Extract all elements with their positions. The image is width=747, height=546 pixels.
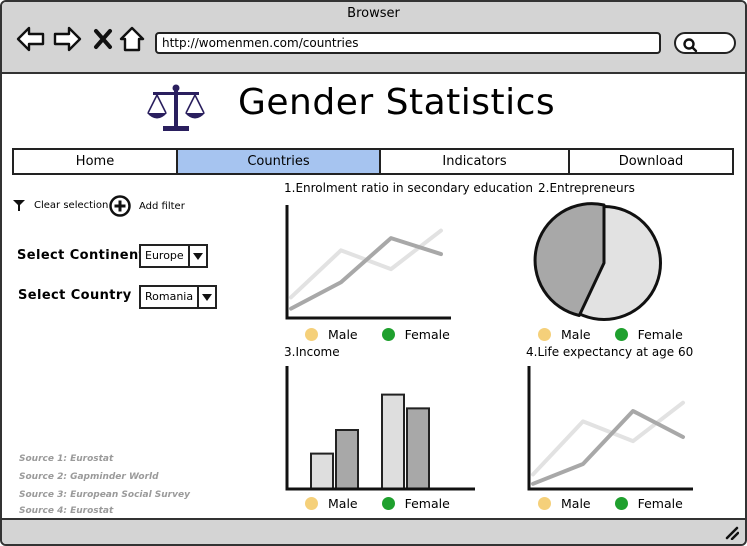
chevron-down-icon[interactable]: [199, 287, 215, 307]
legend-label-female: Female: [637, 496, 683, 511]
series-line-male: [289, 236, 443, 311]
add-filter-button[interactable]: Add filter: [109, 195, 185, 217]
chart-legend: Male Female: [538, 496, 683, 511]
legend-label-male: Male: [328, 327, 358, 342]
legend-label-male: Male: [561, 327, 591, 342]
series-line-female: [289, 228, 443, 300]
legend-label-female: Female: [637, 327, 683, 342]
chart-title: 2.Entrepreneurs: [538, 181, 635, 195]
bar-female: [335, 429, 359, 490]
chart-legend: Male Female: [305, 496, 450, 511]
income-bar-chart: [285, 366, 475, 491]
menu-item-indicators[interactable]: Indicators: [381, 150, 570, 173]
legend-swatch-female: [614, 328, 628, 341]
menu-item-download[interactable]: Download: [570, 150, 732, 173]
search-icon: [683, 38, 698, 53]
filter-icon: [13, 200, 25, 211]
continent-value: Europe: [141, 246, 190, 266]
menu-item-home[interactable]: Home: [14, 150, 178, 173]
entrepreneurs-pie-chart: [533, 202, 662, 321]
address-bar[interactable]: http://womenmen.com/countries: [155, 32, 661, 54]
browser-window: Browser http://womenmen.com/countries Ge…: [0, 0, 747, 546]
chart-legend: Male Female: [305, 327, 450, 342]
clear-selection-button[interactable]: Clear selection: [12, 198, 108, 212]
add-filter-label: Add filter: [139, 200, 185, 212]
main-menu: Home Countries Indicators Download: [12, 148, 734, 175]
resize-grip-icon[interactable]: [725, 526, 739, 540]
legend-label-female: Female: [404, 327, 450, 342]
chart-title: 3.Income: [284, 345, 340, 359]
source-note: Source 4: Eurostat: [19, 506, 114, 516]
clear-selection-label: Clear selection: [34, 199, 109, 211]
browser-titlebar: Browser http://womenmen.com/countries: [2, 2, 745, 74]
legend-swatch-male: [538, 328, 551, 341]
chevron-down-icon[interactable]: [190, 246, 206, 266]
legend-label-female: Female: [404, 496, 450, 511]
country-select[interactable]: Romania: [139, 285, 218, 309]
country-value: Romania: [141, 287, 200, 307]
source-note: Source 3: European Social Survey: [19, 490, 190, 500]
legend-swatch-male: [305, 328, 318, 341]
legend-label-male: Male: [561, 496, 591, 511]
continent-label: Select Continent: [17, 248, 146, 263]
source-note: Source 1: Eurostat: [19, 454, 114, 464]
status-bar: [2, 518, 745, 544]
legend-label-male: Male: [328, 496, 358, 511]
home-icon[interactable]: [117, 24, 147, 54]
forward-icon[interactable]: [52, 24, 82, 54]
bar-female: [406, 407, 430, 490]
life-expectancy-line-chart: [527, 366, 693, 491]
continent-select[interactable]: Europe: [139, 244, 208, 268]
legend-swatch-male: [305, 497, 318, 510]
close-icon[interactable]: [88, 24, 118, 54]
bar-male: [381, 393, 405, 491]
add-circle-icon: [109, 195, 131, 217]
menu-item-countries[interactable]: Countries: [178, 150, 381, 173]
back-icon[interactable]: [16, 24, 46, 54]
chart-legend: Male Female: [538, 327, 683, 342]
chart-title: 1.Enrolment ratio in secondary education: [284, 181, 533, 195]
country-label: Select Country: [18, 288, 132, 303]
legend-swatch-female: [381, 497, 395, 510]
window-title: Browser: [347, 6, 400, 21]
legend-swatch-male: [538, 497, 551, 510]
scales-of-justice-icon: [145, 84, 207, 138]
search-field[interactable]: [674, 32, 736, 54]
legend-swatch-female: [381, 328, 395, 341]
legend-swatch-female: [614, 497, 628, 510]
source-note: Source 2: Gapminder World: [19, 472, 159, 482]
enrolment-line-chart: [285, 205, 451, 320]
page-title: Gender Statistics: [238, 82, 556, 123]
bar-male: [310, 452, 334, 490]
chart-title: 4.Life expectancy at age 60: [526, 345, 694, 359]
